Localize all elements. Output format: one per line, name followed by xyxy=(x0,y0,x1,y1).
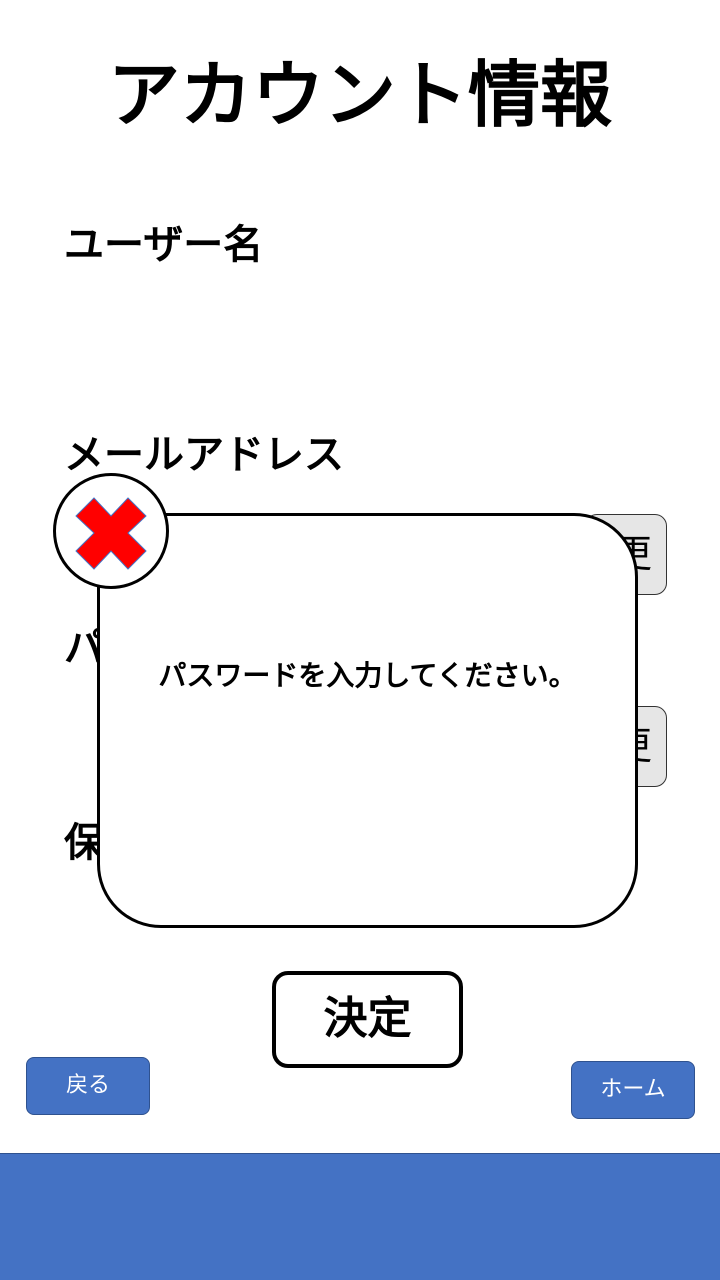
username-label: ユーザー名 xyxy=(64,222,264,268)
home-button[interactable]: ホーム xyxy=(571,1061,695,1119)
error-x-icon xyxy=(75,497,147,570)
error-dialog: パスワードを入力してください。 xyxy=(97,513,638,928)
back-button[interactable]: 戻る xyxy=(26,1057,150,1115)
error-message: パスワードを入力してください。 xyxy=(158,659,577,692)
page-title: アカウント情報 xyxy=(107,53,612,137)
error-icon-circle xyxy=(53,473,169,589)
footer-bar xyxy=(0,1153,720,1280)
confirm-button[interactable]: 決定 xyxy=(272,971,463,1068)
